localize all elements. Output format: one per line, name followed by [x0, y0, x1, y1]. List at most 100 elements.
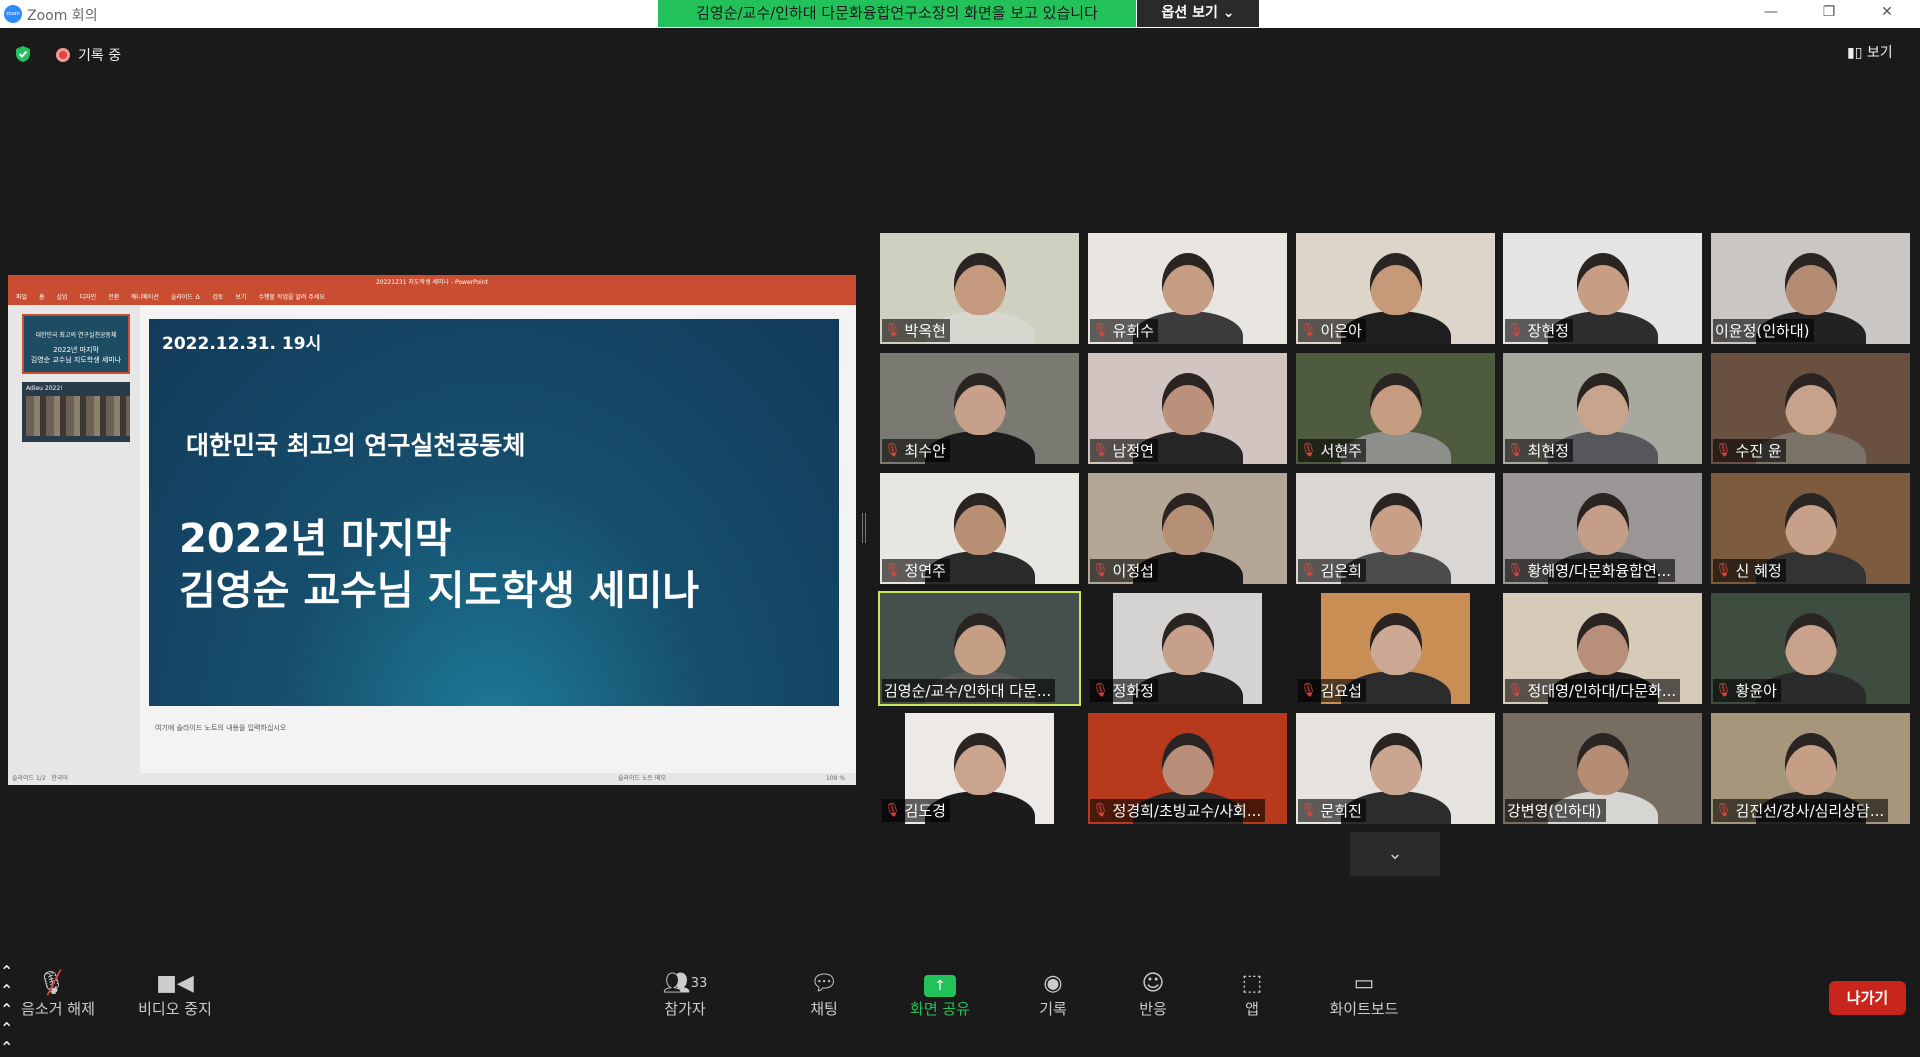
- ribbon-tab: 애니메이션: [131, 294, 159, 301]
- participant-face: [1162, 613, 1214, 675]
- participant-face: [954, 373, 1006, 435]
- shared-screen: 20221231 지도학생 세미나 - PowerPoint 파일 홈 삽입 디자인 전…: [8, 275, 856, 785]
- participant-tile[interactable]: 김영순/교수/인하대 다문...: [878, 591, 1081, 706]
- gallery-next-page-button[interactable]: ⌄: [1350, 832, 1440, 876]
- participant-tile[interactable]: 강변영(인하대): [1503, 713, 1702, 824]
- participant-face: [1370, 613, 1422, 675]
- participant-name: 김은희: [1320, 562, 1362, 580]
- participant-tile[interactable]: 🎙︎ 이은아: [1296, 233, 1495, 344]
- slide-heading: 2022년 마지막 김영순 교수님 지도학생 세미나: [179, 513, 699, 617]
- participant-name-tag: 🎙︎ 장현정: [1505, 319, 1573, 342]
- muted-mic-icon: 🎙︎: [1715, 563, 1732, 578]
- participant-tile[interactable]: 🎙︎ 정대영/인하대/다문화...: [1503, 593, 1702, 704]
- participant-face: [1162, 373, 1214, 435]
- thumb2-photo-collage: [26, 396, 130, 436]
- participant-face: [1370, 253, 1422, 315]
- participant-face: [1785, 253, 1837, 315]
- ribbon-tab: 삽입: [56, 294, 68, 301]
- record-button[interactable]: ◉ 기록: [1033, 970, 1073, 1019]
- meeting-toolbar: 🎙︎╱ 음소거 해제 ⌃ ■◀ 비디오 중지 ⌃ 👥︎33 참가자 ⌃ 💬︎ 채…: [0, 962, 1920, 1057]
- ribbon-tab: 홈: [39, 294, 45, 301]
- muted-mic-icon: 🎙︎: [884, 443, 901, 458]
- participant-tile[interactable]: 🎙︎ 정경희/초빙교수/사회...: [1088, 713, 1287, 824]
- participant-tile[interactable]: 🎙︎ 김요섭: [1296, 593, 1495, 704]
- participant-name-tag: 🎙︎ 정경희/초빙교수/사회...: [1090, 799, 1266, 822]
- unmute-button[interactable]: 🎙︎╱ 음소거 해제: [18, 970, 98, 1019]
- chevron-down-icon: ⌄: [1387, 843, 1403, 864]
- participant-tile[interactable]: 🎙︎ 장현정: [1503, 233, 1702, 344]
- participant-name: 최현정: [1527, 442, 1569, 460]
- participant-name-tag: 🎙︎ 김도경: [882, 799, 950, 822]
- participant-count: 33: [690, 976, 708, 991]
- participant-tile[interactable]: 🎙︎ 최수안: [880, 353, 1079, 464]
- participant-tile[interactable]: 🎙︎ 황해영/다문화융합연...: [1503, 473, 1702, 584]
- reactions-label: 반응: [1139, 1000, 1167, 1018]
- recording-indicator[interactable]: 기록 중: [56, 45, 121, 65]
- view-label: 보기: [1866, 45, 1893, 61]
- participant-name-tag: 🎙︎ 신 혜정: [1713, 559, 1786, 582]
- participant-tile[interactable]: 🎙︎ 정화정: [1088, 593, 1287, 704]
- participant-name-tag: 이윤정(인하대): [1713, 319, 1814, 342]
- share-screen-button[interactable]: ↑ 화면 공유: [902, 970, 978, 1019]
- language-status: 한국어: [51, 775, 68, 782]
- participant-name-tag: 강변영(인하대): [1505, 799, 1606, 822]
- participant-tile[interactable]: 🎙︎ 남정연: [1088, 353, 1287, 464]
- participant-tile[interactable]: 🎙︎ 수진 윤: [1711, 353, 1910, 464]
- apps-label: 앱: [1245, 1000, 1259, 1018]
- reactions-options-caret-icon[interactable]: ⌃: [0, 1038, 1920, 1057]
- participant-name-tag: 🎙︎ 정대영/인하대/다문화...: [1505, 679, 1681, 702]
- view-splitter-handle[interactable]: [862, 513, 866, 543]
- participant-tile[interactable]: 🎙︎ 신 혜정: [1711, 473, 1910, 584]
- participant-tile[interactable]: 🎙︎ 박옥현: [880, 233, 1079, 344]
- grid-view-icon: ▮▯: [1847, 45, 1863, 61]
- leave-meeting-button[interactable]: 나가기: [1829, 981, 1906, 1015]
- participant-name: 유희수: [1112, 322, 1154, 340]
- zoom-level: 109 %: [826, 775, 846, 782]
- participant-name: 강변영(인하대): [1507, 802, 1602, 820]
- participant-tile[interactable]: 🎙︎ 최현정: [1503, 353, 1702, 464]
- chat-bubble-icon: 💬︎: [810, 971, 838, 996]
- participant-name-tag: 🎙︎ 수진 윤: [1713, 439, 1786, 462]
- minimize-icon[interactable]: —: [1756, 4, 1786, 20]
- muted-mic-icon: 🎙︎: [1507, 563, 1524, 578]
- stop-video-button[interactable]: ■◀ 비디오 중지: [134, 970, 216, 1019]
- participant-tile[interactable]: 🎙︎ 김은희: [1296, 473, 1495, 584]
- participant-tile[interactable]: 🎙︎ 김도경: [880, 713, 1079, 824]
- muted-mic-icon: 🎙︎: [1300, 443, 1317, 458]
- participant-face: [1785, 493, 1837, 555]
- participant-name: 문희진: [1320, 802, 1362, 820]
- close-icon[interactable]: ✕: [1872, 4, 1902, 20]
- ribbon-tab: 슬라이드 쇼: [170, 294, 201, 301]
- participant-tile[interactable]: 이윤정(인하대): [1711, 233, 1910, 344]
- muted-mic-icon: 🎙︎: [1092, 563, 1109, 578]
- participants-button[interactable]: 👥︎33 참가자: [660, 970, 710, 1019]
- participant-tile[interactable]: 🎙︎ 문희진: [1296, 713, 1495, 824]
- participant-name: 정경희/초빙교수/사회...: [1112, 802, 1262, 820]
- ppt-ribbon: 파일 홈 삽입 디자인 전환 애니메이션 슬라이드 쇼 검토 보기 수행할 작업을 알려 주세요: [8, 291, 856, 305]
- muted-mic-icon: 🎙︎: [1092, 323, 1109, 338]
- reactions-button[interactable]: ☺ 반응: [1133, 970, 1173, 1019]
- ribbon-tab: 전환: [108, 294, 120, 301]
- participant-name: 이윤정(인하대): [1715, 322, 1810, 340]
- view-button[interactable]: ▮▯ 보기: [1847, 42, 1893, 62]
- participant-face: [1785, 613, 1837, 675]
- whiteboard-button[interactable]: ▭ 화이트보드: [1322, 970, 1406, 1019]
- chat-button[interactable]: 💬︎ 채팅: [800, 970, 848, 1019]
- shield-icon[interactable]: [14, 45, 32, 63]
- slide-counter: 슬라이드 1/2: [12, 775, 46, 782]
- chat-options-caret-icon[interactable]: ⌃: [0, 1019, 1920, 1038]
- participant-tile[interactable]: 🎙︎ 황윤아: [1711, 593, 1910, 704]
- participant-tile[interactable]: 🎙︎ 서현주: [1296, 353, 1495, 464]
- restore-icon[interactable]: ❐: [1814, 4, 1844, 20]
- participant-name-tag: 🎙︎ 박옥현: [882, 319, 950, 342]
- stop-video-label: 비디오 중지: [138, 1000, 212, 1018]
- participant-tile[interactable]: 🎙︎ 이정섭: [1088, 473, 1287, 584]
- participant-tile[interactable]: 🎙︎ 정연주: [880, 473, 1079, 584]
- participant-tile[interactable]: 🎙︎ 김진선/강사/심리상담...: [1711, 713, 1910, 824]
- participant-tile[interactable]: 🎙︎ 유희수: [1088, 233, 1287, 344]
- record-label: 기록: [1039, 1000, 1067, 1018]
- muted-mic-icon: 🎙︎╱: [37, 971, 66, 996]
- apps-button[interactable]: ⬚ 앱: [1232, 970, 1272, 1019]
- view-options-button[interactable]: 옵션 보기 ⌄: [1137, 0, 1259, 27]
- participant-name-tag: 🎙︎ 문희진: [1298, 799, 1366, 822]
